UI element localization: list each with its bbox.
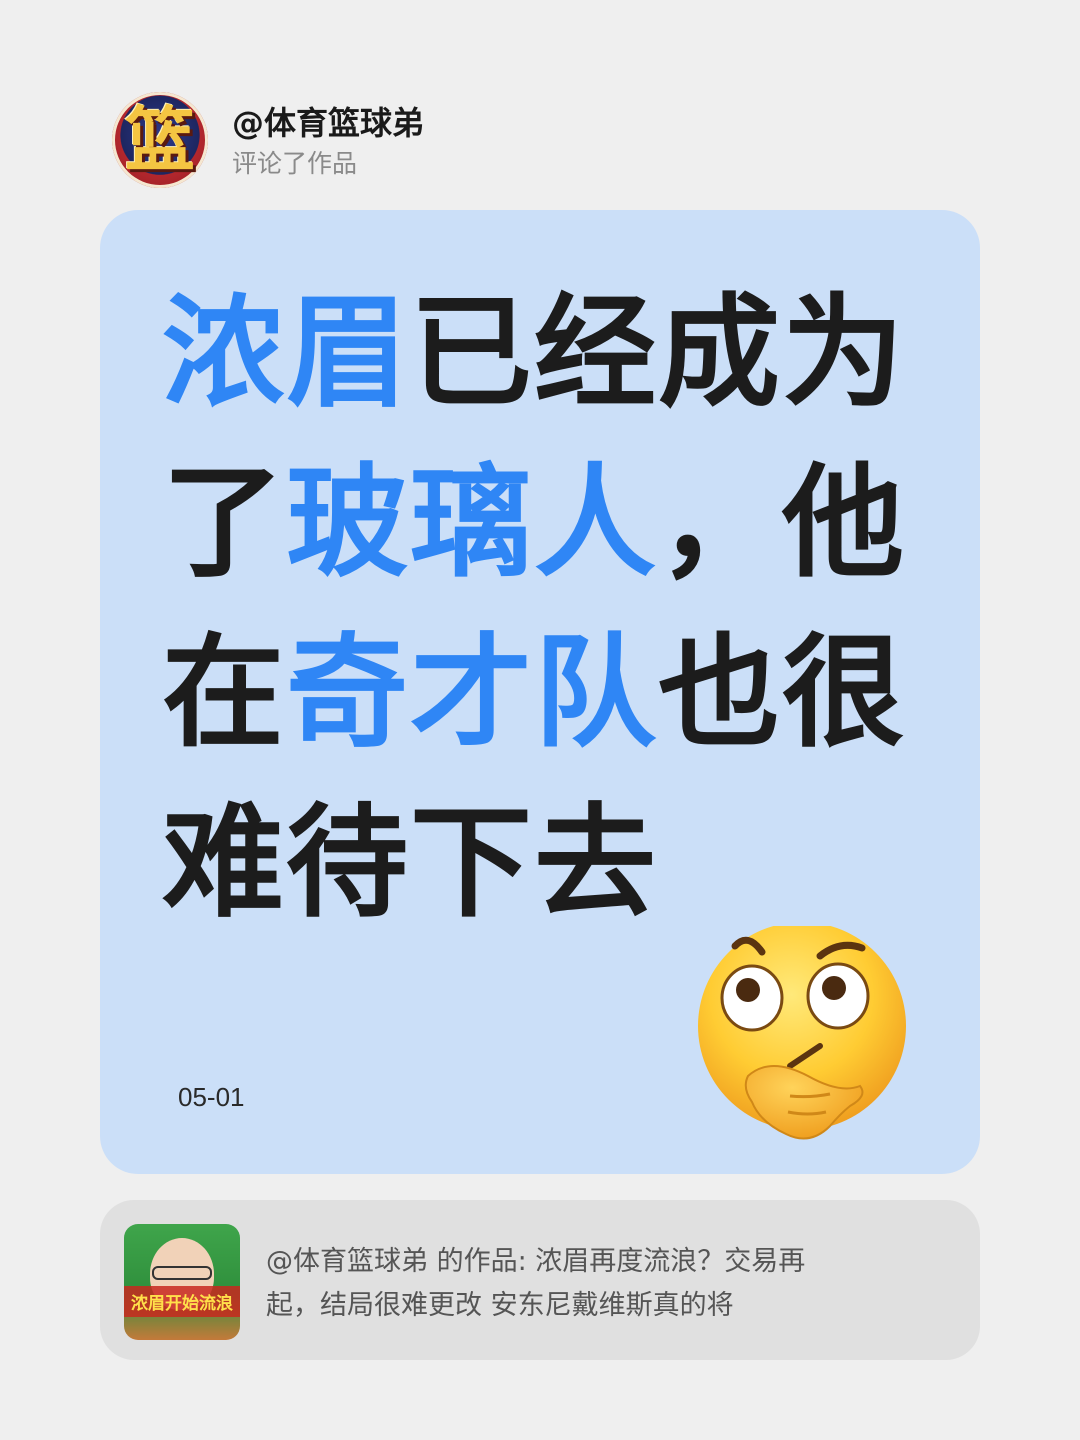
headline-highlight: 奇才队 (286, 622, 658, 764)
headline-text: 难待下去 (162, 792, 658, 934)
avatar[interactable]: 篮 (112, 92, 208, 188)
headline-text: ，他 (658, 452, 906, 594)
headline-text: 也很 (658, 622, 906, 764)
thinking-face-icon (690, 922, 920, 1146)
comment-card[interactable]: 浓眉已经成为 了玻璃人，他 在奇才队也很 难待下去 05-01 (100, 210, 980, 1174)
comment-header: 篮 @体育篮球弟 评论了作品 (112, 92, 812, 192)
headline-text: 已经成为 (410, 282, 906, 424)
headline-highlight: 玻璃人 (286, 452, 658, 594)
headline-line-2: 了玻璃人，他 (162, 438, 922, 608)
comment-headline: 浓眉已经成为 了玻璃人，他 在奇才队也很 难待下去 (162, 268, 922, 948)
work-thumbnail[interactable]: 浓眉开始流浪 (124, 1224, 240, 1340)
description-line-1: @体育篮球弟 的作品: 浓眉再度流浪？交易再 (266, 1246, 806, 1277)
thumbnail-caption: 浓眉开始流浪 (124, 1286, 240, 1317)
headline-line-1: 浓眉已经成为 (162, 268, 922, 438)
headline-highlight: 浓眉 (162, 282, 410, 424)
referenced-work[interactable]: 浓眉开始流浪 @体育篮球弟 的作品: 浓眉再度流浪？交易再 起，结局很难更改 安… (100, 1200, 980, 1360)
headline-line-4: 难待下去 (162, 778, 922, 948)
referenced-work-description: @体育篮球弟 的作品: 浓眉再度流浪？交易再 起，结局很难更改 安东尼戴维斯真的… (266, 1240, 906, 1328)
action-text: 评论了作品 (232, 149, 358, 178)
thinking-face-svg (698, 922, 906, 1140)
avatar-logo: 篮 (125, 99, 195, 181)
username[interactable]: @体育篮球弟 (232, 98, 424, 144)
headline-text: 在 (162, 622, 286, 764)
comment-date: 05-01 (178, 1082, 245, 1112)
text-fade (860, 1284, 980, 1328)
headline-line-3: 在奇才队也很 (162, 608, 922, 778)
headline-text: 了 (162, 452, 286, 594)
thumbnail-glasses (152, 1266, 212, 1280)
description-line-2: 起，结局很难更改 安东尼戴维斯真的将 (266, 1290, 734, 1321)
